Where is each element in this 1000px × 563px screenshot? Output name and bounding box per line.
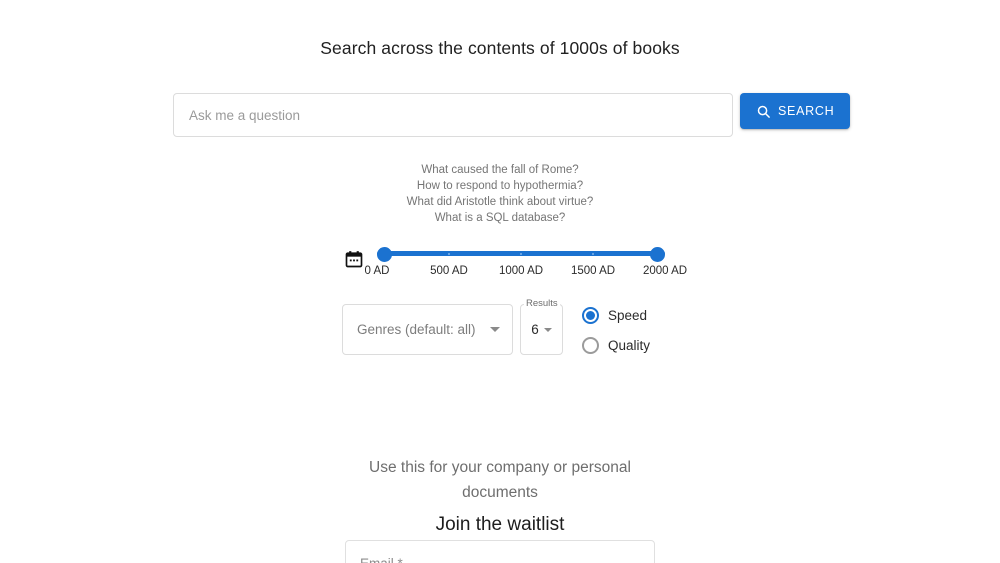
example-question: What caused the fall of Rome?	[0, 162, 1000, 178]
search-input[interactable]	[187, 107, 719, 124]
email-field-placeholder: Email *	[360, 556, 403, 563]
waitlist-section: Use this for your company or personal do…	[0, 455, 1000, 536]
genres-select[interactable]: Genres (default: all)	[342, 304, 513, 355]
radio-icon-unselected	[582, 337, 599, 354]
slider-thumb-max[interactable]	[650, 247, 665, 262]
chevron-down-icon	[490, 327, 500, 332]
example-questions: What caused the fall of Rome? How to res…	[0, 162, 1000, 226]
results-select-value: 6	[531, 322, 539, 337]
slider-tick	[592, 253, 594, 255]
slider-tick-label: 1000 AD	[499, 265, 543, 277]
example-question: How to respond to hypothermia?	[0, 178, 1000, 194]
radio-label-quality: Quality	[608, 338, 650, 353]
example-question: What is a SQL database?	[0, 210, 1000, 226]
controls-row: Genres (default: all) Results 6 Speed Qu…	[342, 304, 650, 355]
slider-tick	[520, 253, 522, 255]
search-icon	[756, 104, 771, 119]
search-row: SEARCH	[173, 93, 850, 137]
mode-radio-group: Speed Quality	[582, 304, 650, 354]
genres-select-value: Genres (default: all)	[357, 322, 476, 337]
app-page: Search across the contents of 1000s of b…	[0, 0, 1000, 563]
slider-tick-label: 0 AD	[365, 265, 390, 277]
slider-tick-label: 2000 AD	[643, 265, 687, 277]
search-button[interactable]: SEARCH	[740, 93, 850, 129]
slider-tick	[448, 253, 450, 255]
radio-option-quality[interactable]: Quality	[582, 337, 650, 354]
results-select-label: Results	[524, 298, 560, 309]
slider-thumb-min[interactable]	[377, 247, 392, 262]
radio-icon-selected	[582, 307, 599, 324]
example-question: What did Aristotle think about virtue?	[0, 194, 1000, 210]
calendar-icon	[344, 249, 364, 269]
results-select[interactable]: Results 6	[520, 304, 563, 355]
slider-control[interactable]: 0 AD 500 AD 1000 AD 1500 AD 2000 AD	[377, 244, 665, 284]
slider-tick-label: 1500 AD	[571, 265, 615, 277]
page-title: Search across the contents of 1000s of b…	[0, 38, 1000, 59]
waitlist-subtitle: Use this for your company or personal do…	[350, 455, 650, 505]
chevron-down-icon	[544, 328, 552, 332]
slider-tick-label: 500 AD	[430, 265, 468, 277]
radio-label-speed: Speed	[608, 308, 647, 323]
search-input-wrapper[interactable]	[173, 93, 733, 137]
radio-option-speed[interactable]: Speed	[582, 307, 650, 324]
email-field[interactable]: Email *	[345, 540, 655, 563]
search-button-label: SEARCH	[778, 104, 834, 118]
waitlist-title: Join the waitlist	[0, 514, 1000, 536]
date-range-slider: 0 AD 500 AD 1000 AD 1500 AD 2000 AD	[344, 244, 684, 286]
